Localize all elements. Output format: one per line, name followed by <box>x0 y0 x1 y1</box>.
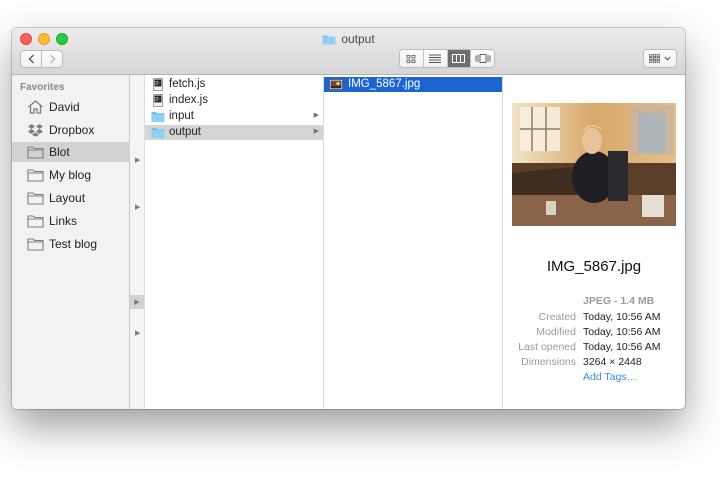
meta-label: Dimensions <box>521 356 576 368</box>
column-view-button[interactable] <box>447 50 472 67</box>
sidebar-item-dropbox[interactable]: Dropbox <box>12 120 130 140</box>
meta-label: Last opened <box>518 341 576 353</box>
sidebar-item-label: Layout <box>49 191 86 205</box>
disclosure-arrow-icon: ▶ <box>135 157 141 164</box>
dropbox-icon <box>28 124 43 137</box>
sidebar-heading: Favorites <box>20 82 65 93</box>
sidebar-item-test-blog[interactable]: Test blog <box>12 234 130 254</box>
preview-filename: IMG_5867.jpg <box>546 258 642 275</box>
script-file-icon <box>153 78 163 91</box>
meta-value: 3264 × 2448 <box>583 356 642 368</box>
disclosure-arrow-icon: ▶ <box>130 295 144 309</box>
meta-value: Today, 10:56 AM <box>583 326 661 338</box>
arrange-button[interactable] <box>643 49 677 68</box>
column-output: IMG_5867.jpg <box>324 75 503 409</box>
meta-dimensions: Dimensions 3264 × 2448 <box>503 356 685 370</box>
title-bar: output <box>12 28 685 75</box>
folder-icon <box>27 215 44 228</box>
image-preview[interactable] <box>512 103 676 226</box>
meta-value: Today, 10:56 AM <box>583 311 661 323</box>
meta-label: Created <box>538 311 576 323</box>
column-blot: fetch.js index.js input ▶ output ▶ <box>145 75 324 409</box>
chevron-left-icon <box>28 54 34 64</box>
folder-icon <box>151 128 165 138</box>
forward-button[interactable] <box>41 50 63 68</box>
sidebar-item-label: Test blog <box>49 237 98 251</box>
list-item[interactable]: input ▶ <box>145 109 323 124</box>
meta-value: Today, 10:56 AM <box>583 341 661 353</box>
sidebar-item-layout[interactable]: Layout <box>12 188 130 208</box>
folder-icon <box>27 192 44 205</box>
folder-icon <box>27 146 44 159</box>
icon-view-icon <box>406 54 416 63</box>
sidebar-item-label: Dropbox <box>49 123 95 137</box>
folder-name: output <box>169 126 201 138</box>
list-item[interactable]: fetch.js <box>145 77 323 92</box>
list-view-button[interactable] <box>424 50 448 67</box>
meta-label: Modified <box>536 326 576 338</box>
column-view-icon <box>452 54 466 63</box>
sidebar-item-blot[interactable]: Blot <box>12 142 130 162</box>
window-title-text: output <box>341 32 375 46</box>
sidebar-item-label: Blot <box>49 145 70 159</box>
add-tags-link[interactable]: Add Tags… <box>583 371 637 383</box>
folder-icon <box>27 238 44 251</box>
preview-pane: IMG_5867.jpg JPEG - 1.4 MB Created Today… <box>503 75 685 409</box>
list-item[interactable]: index.js <box>145 93 323 108</box>
sidebar-item-label: Links <box>49 214 78 228</box>
sidebar-item-label: My blog <box>49 168 92 182</box>
window-title: output <box>12 32 685 46</box>
chevron-down-icon <box>664 56 671 61</box>
image-file-icon <box>329 79 343 90</box>
view-mode-selector <box>399 49 495 68</box>
script-file-icon <box>153 94 163 107</box>
sidebar-item-my-blog[interactable]: My blog <box>12 165 130 185</box>
sidebar: Favorites David Dropbox Blot My blog Lay… <box>12 75 130 409</box>
cover-flow-view-button[interactable] <box>471 50 494 67</box>
folder-icon <box>27 169 44 182</box>
list-item[interactable]: output ▶ <box>145 125 323 140</box>
sidebar-item-label: David <box>49 100 80 114</box>
disclosure-arrow-icon: ▶ <box>313 112 319 119</box>
grid-arrange-icon <box>649 54 660 63</box>
file-name: IMG_5867.jpg <box>348 78 421 90</box>
meta-created: Created Today, 10:56 AM <box>503 311 685 325</box>
cover-flow-icon <box>475 54 491 63</box>
chevron-right-icon <box>49 54 55 64</box>
file-name: index.js <box>169 94 208 106</box>
file-name: fetch.js <box>169 78 206 90</box>
disclosure-arrow-icon: ▶ <box>135 330 141 337</box>
file-type-size: JPEG - 1.4 MB <box>583 295 655 307</box>
folder-icon <box>151 112 165 122</box>
list-item[interactable]: IMG_5867.jpg <box>324 77 502 92</box>
home-icon <box>28 100 43 114</box>
meta-last-opened: Last opened Today, 10:56 AM <box>503 341 685 355</box>
sidebar-item-links[interactable]: Links <box>12 211 130 231</box>
disclosure-arrow-icon: ▶ <box>313 128 319 135</box>
folder-icon <box>322 35 336 44</box>
sidebar-item-david[interactable]: David <box>12 97 130 117</box>
disclosure-arrow-icon: ▶ <box>135 204 141 211</box>
folder-name: input <box>169 110 194 122</box>
column-ancestors[interactable]: ▶ ▶ ▶ ▶ <box>130 75 145 409</box>
icon-view-button[interactable] <box>400 50 424 67</box>
back-button[interactable] <box>20 50 42 68</box>
meta-modified: Modified Today, 10:56 AM <box>503 326 685 340</box>
finder-window: output Favorites David Dropbox Blot My b… <box>12 28 685 409</box>
list-view-icon <box>429 54 442 63</box>
